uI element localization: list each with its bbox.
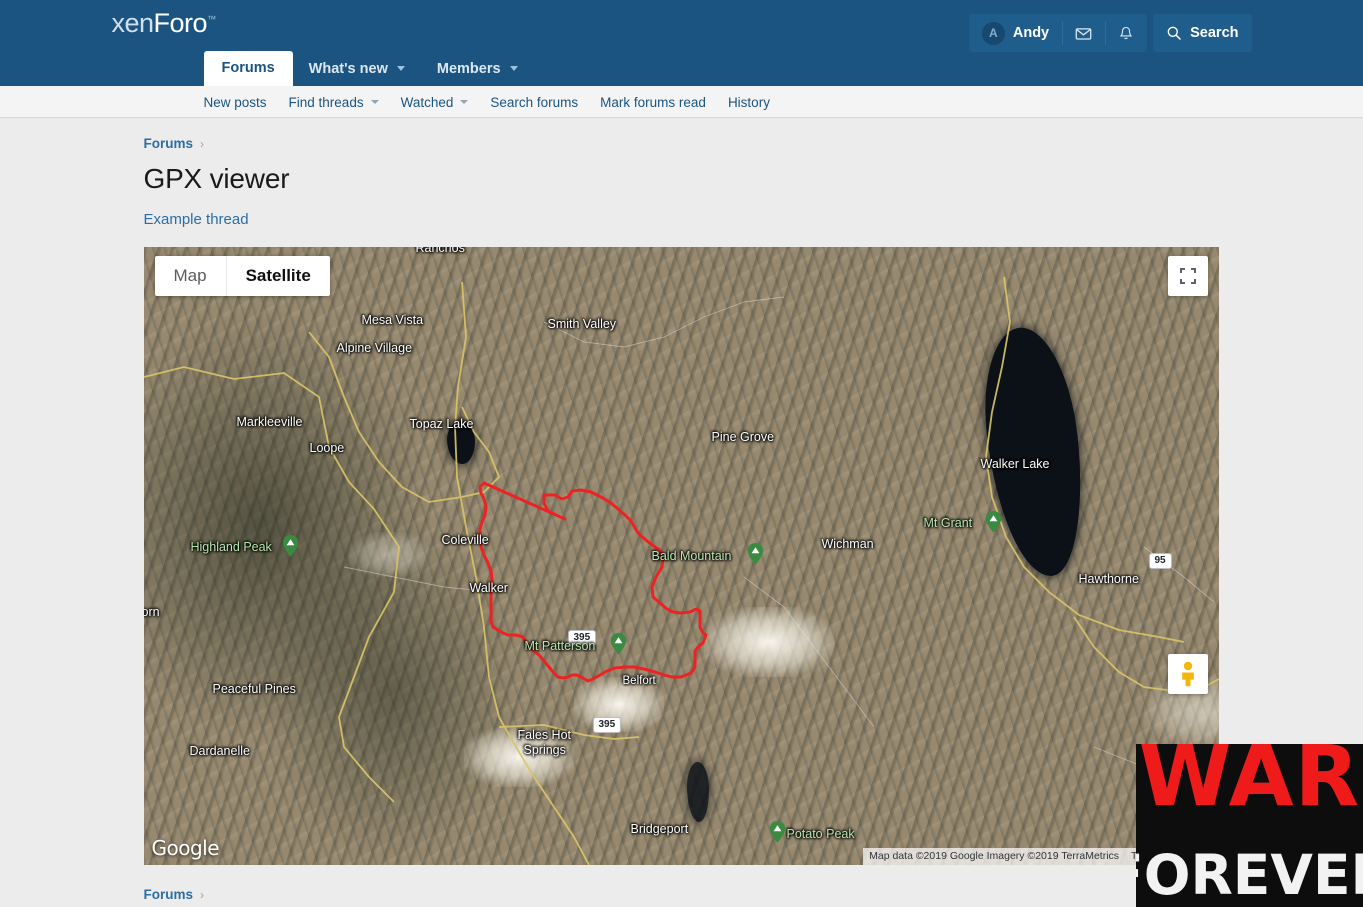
alerts-button[interactable] [1105, 14, 1147, 52]
subnav-label: Search forums [490, 94, 579, 110]
logo-trademark: ™ [207, 14, 216, 24]
peak-pin-bald-mountain [747, 543, 763, 565]
ad-line-forever: FOREVER [1136, 843, 1363, 907]
subnav-item-new-posts[interactable]: New posts [204, 86, 278, 118]
peak-pin-mt-patterson [610, 633, 626, 655]
bottom-breadcrumb-separator-icon: › [200, 887, 205, 902]
chevron-down-icon [396, 66, 405, 72]
map-type-switcher: Map Satellite [154, 256, 330, 296]
fullscreen-icon [1178, 266, 1198, 286]
nav-tab-forums-label: Forums [221, 59, 275, 76]
account-group: A Andy [968, 14, 1148, 52]
breadcrumb-item-forums[interactable]: Forums [144, 136, 194, 151]
primary-nav: Forums What's new Members [203, 50, 534, 87]
subnav-item-watched[interactable]: Watched [390, 86, 480, 118]
search-icon [1166, 25, 1182, 41]
subnav-label: History [727, 94, 770, 110]
map-label-topaz-lake: Topaz Lake [409, 417, 474, 431]
map-label-coleville: Coleville [441, 533, 489, 547]
chevron-down-icon [509, 66, 518, 72]
search-group: Search [1153, 14, 1252, 52]
map-label-smith-valley: Smith Valley [547, 317, 617, 331]
map-label-mt-grant: Mt Grant [923, 516, 973, 530]
ad-line-war: WAR [1138, 744, 1361, 825]
peak-pin-mt-grant [985, 511, 1001, 533]
subnav-item-mark-forums-read[interactable]: Mark forums read [589, 86, 717, 118]
street-view-pegman-icon [1177, 661, 1199, 687]
attribution-map-data: Map data ©2019 Google Imagery ©2019 Terr… [869, 850, 1120, 862]
nav-tab-members[interactable]: Members [421, 53, 534, 87]
map-type-satellite-button[interactable]: Satellite [225, 256, 330, 296]
user-controls: A Andy Search [968, 14, 1252, 52]
subnav-item-search-forums[interactable]: Search forums [479, 86, 589, 118]
site-header: xenForo™ Forums What's new Members A And… [0, 0, 1363, 86]
inbox-button[interactable] [1062, 14, 1105, 52]
map-label-mesa-vista: Mesa Vista [361, 313, 424, 327]
page-content: Forums › GPX viewer Example thread 395 9… [132, 118, 1232, 865]
map-label-bald-mountain: Bald Mountain [651, 549, 732, 563]
avatar: A [981, 21, 1005, 45]
secondary-nav: New posts Find threads Watched Search fo… [0, 86, 1363, 118]
map-label-fales-hot: Fales Hot [517, 728, 572, 742]
subnav-label: Watched [400, 94, 454, 110]
page-title: GPX viewer [143, 163, 290, 194]
nav-tab-forums[interactable]: Forums [203, 50, 293, 86]
highway-shield-395: 395 [592, 717, 622, 733]
peak-pin-highland-peak [282, 535, 298, 557]
map-label-mt-patterson: Mt Patterson [524, 639, 596, 653]
peak-pin-potato-peak [769, 821, 785, 843]
map-label-walker-lake: Walker Lake [980, 457, 1050, 471]
example-thread-link[interactable]: Example thread [144, 211, 249, 228]
username-label: Andy [1012, 25, 1050, 41]
map-label-walker: Walker [469, 581, 508, 595]
map-label-ranchos: Ranchos [415, 247, 465, 255]
map-label-belfort: Belfort [622, 675, 656, 687]
map-label-pine-grove: Pine Grove [711, 430, 775, 444]
bottom-breadcrumb-item-forums[interactable]: Forums [144, 887, 194, 902]
street-view-button[interactable] [1167, 654, 1208, 694]
map-label-highland-peak: Highland Peak [190, 540, 272, 554]
chevron-down-icon [370, 100, 379, 104]
map-label-dardanelle: Dardanelle [189, 744, 250, 758]
highway-shield-95: 95 [1148, 553, 1172, 569]
breadcrumb: Forums › [144, 118, 1232, 153]
subnav-item-find-threads[interactable]: Find threads [278, 86, 390, 118]
nav-tab-whats-new-label: What's new [308, 60, 388, 77]
bell-icon [1118, 25, 1134, 42]
map-label-potato-peak: Potato Peak [786, 827, 855, 841]
fullscreen-button[interactable] [1167, 256, 1208, 296]
ad-overlay[interactable]: WAR FOREVER [1136, 744, 1363, 907]
google-logo: Google [151, 836, 220, 860]
subnav-item-history[interactable]: History [717, 86, 781, 118]
map-type-map-button[interactable]: Map [155, 256, 226, 296]
breadcrumb-separator-icon: › [200, 136, 205, 151]
map-label-loope: Loope [309, 441, 345, 455]
search-button[interactable]: Search [1153, 14, 1251, 52]
subnav-label: Find threads [288, 94, 364, 110]
nav-tab-members-label: Members [436, 60, 501, 77]
search-label: Search [1190, 25, 1239, 41]
map-label-orn: orn [143, 605, 160, 619]
subnav-label: New posts [203, 94, 267, 110]
chevron-down-icon [460, 100, 469, 104]
logo-text-bold: Foro [153, 8, 208, 38]
map-label-bridgeport: Bridgeport [630, 822, 689, 836]
map-label-hawthorne: Hawthorne [1078, 572, 1139, 586]
bottom-breadcrumb: Forums › [132, 865, 1232, 902]
account-menu-button[interactable]: A Andy [969, 14, 1062, 52]
map-label-fales-springs: Springs [523, 743, 566, 757]
nav-tab-whats-new[interactable]: What's new [293, 53, 421, 87]
map-label-peaceful-pines: Peaceful Pines [212, 682, 296, 696]
map-label-alpine-village: Alpine Village [336, 341, 413, 355]
map-label-markleeville: Markleeville [236, 415, 303, 429]
subnav-label: Mark forums read [600, 94, 706, 110]
envelope-icon [1075, 25, 1092, 42]
logo-text-light: xen [111, 8, 155, 38]
map-label-wichman: Wichman [821, 537, 874, 551]
site-logo[interactable]: xenForo™ [111, 8, 217, 39]
gpx-map[interactable]: 395 95 395 95 395 395 Ranchos Mesa Vista… [143, 247, 1219, 865]
